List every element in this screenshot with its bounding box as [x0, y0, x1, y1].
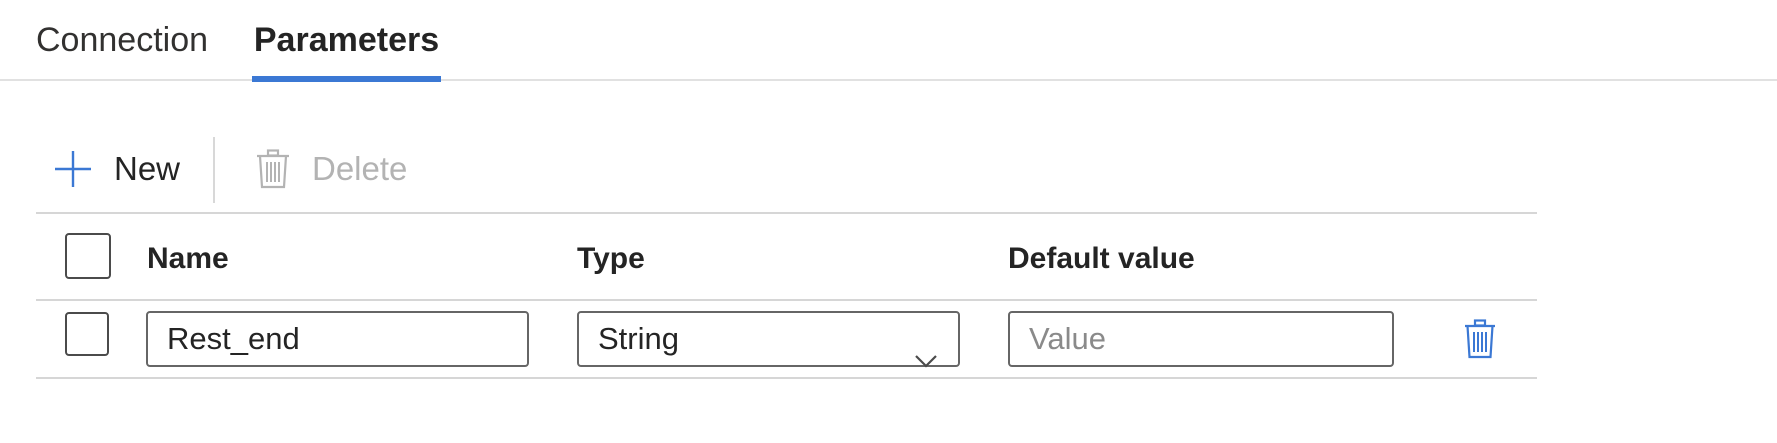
tab-connection[interactable]: Connection — [36, 0, 208, 81]
parameter-name-input[interactable]: Rest_end — [146, 311, 529, 367]
row-divider — [36, 377, 1537, 379]
tab-bar: Connection Parameters — [0, 0, 1777, 82]
toolbar-divider — [213, 137, 215, 203]
column-header-name: Name — [147, 242, 229, 275]
chevron-down-icon — [914, 333, 938, 368]
header-divider — [36, 299, 1537, 301]
parameter-type-select[interactable]: String — [577, 311, 960, 368]
row-delete-button[interactable] — [1464, 319, 1496, 359]
delete-parameter-button[interactable]: Delete — [256, 135, 407, 203]
parameter-default-value-input[interactable]: Value — [1008, 311, 1394, 367]
column-header-default-value: Default value — [1008, 242, 1195, 275]
column-header-type: Type — [577, 242, 645, 275]
grid-top-divider — [36, 212, 1537, 214]
parameters-toolbar: New Delete — [36, 135, 636, 203]
row-checkbox[interactable] — [65, 312, 109, 356]
new-parameter-button[interactable]: New — [54, 135, 180, 203]
new-button-label: New — [114, 150, 181, 187]
delete-button-label: Delete — [312, 150, 408, 187]
tab-parameters[interactable]: Parameters — [252, 0, 441, 81]
plus-icon — [54, 150, 92, 188]
trash-icon — [1465, 319, 1495, 359]
select-all-checkbox[interactable] — [65, 233, 111, 279]
trash-icon — [256, 149, 290, 189]
active-tab-indicator — [252, 76, 441, 82]
parameter-type-value: String — [598, 321, 679, 356]
